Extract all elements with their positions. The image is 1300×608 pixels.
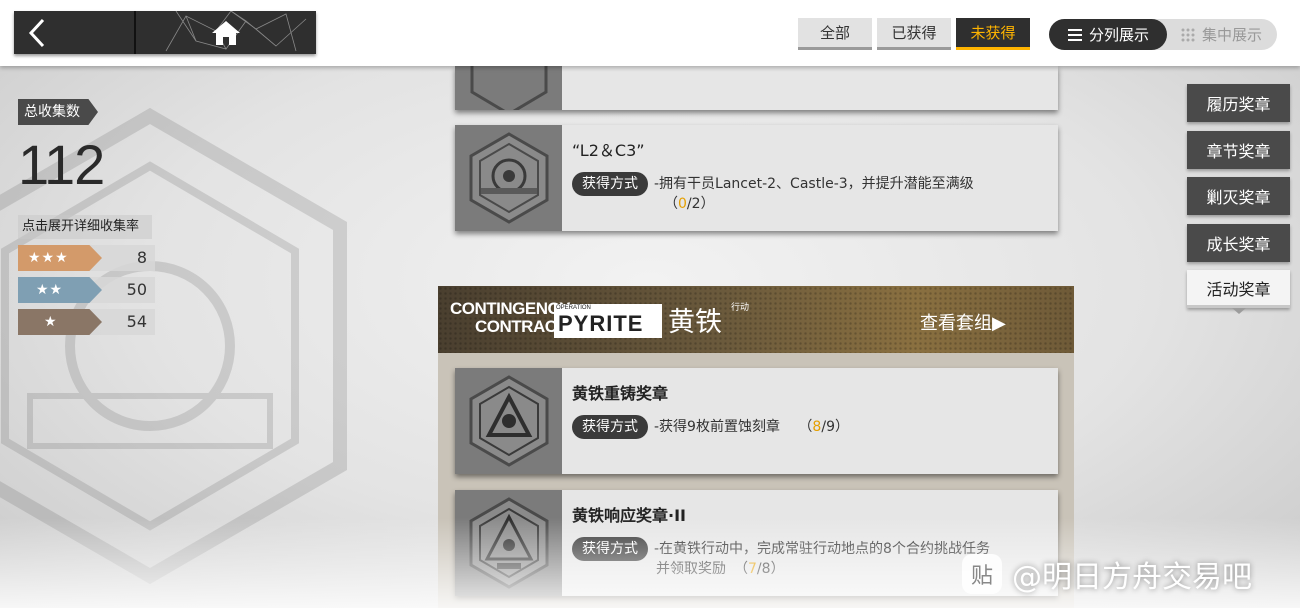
progress-total: 9 [826, 419, 835, 435]
operation-cn-suffix: 行动 [731, 303, 750, 313]
tab-growth-medals[interactable]: 成长奖章 [1187, 223, 1290, 262]
medal-title: 黄铁响应奖章·II [572, 506, 686, 525]
rarity-3-row: ★★★ 8 [18, 245, 155, 271]
requirement-row: 获得方式 -获得9枚前置蚀刻章 （8/9） [572, 415, 1058, 439]
medal-body: 黄铁重铸奖章 获得方式 -获得9枚前置蚀刻章 （8/9） [562, 368, 1058, 474]
requirement-line: -获得9枚前置蚀刻章 [654, 419, 780, 435]
collected-view-button[interactable]: 集中展示 [1167, 19, 1275, 50]
logo-line-2: CONTRACT [475, 317, 567, 336]
requirement-text: -获得9枚前置蚀刻章 （8/9） [654, 415, 849, 437]
medal-card[interactable]: “L2＆C3” 获得方式 -拥有干员Lancet-2、Castle-3，并提升潜… [455, 125, 1058, 231]
rarity-count: 54 [126, 312, 147, 331]
home-button[interactable] [136, 11, 316, 54]
medal-category-tabs: 履历奖章 章节奖章 剿灭奖章 成长奖章 活动奖章 [1187, 84, 1290, 317]
operation-group-header: CONTINGENCY CONTRACT OPERATION PYRITE 黄铁… [438, 286, 1074, 353]
logo-line-1: CONTINGENCY [450, 299, 571, 318]
requirement-text: -在黄铁行动中，完成常驻行动地点的8个合约挑战任务 并领取奖励 （7/8） [654, 537, 990, 579]
total-label: 总收集数 [18, 99, 98, 125]
rarity-count: 8 [136, 248, 147, 267]
view-mode-toggle: 分列展示 集中展示 [1049, 19, 1277, 50]
progress: （8/9） [798, 419, 849, 435]
tab-career-medals[interactable]: 履历奖章 [1187, 84, 1290, 122]
progress: （7/8） [734, 561, 785, 577]
pyrite-recast-medal-icon [469, 375, 548, 467]
split-view-label: 分列展示 [1088, 26, 1149, 44]
progress-total: 2 [691, 196, 701, 212]
star-3-icon: ★★★ [18, 245, 102, 271]
requirement-badge: 获得方式 [572, 172, 648, 196]
expand-detail-link[interactable]: 点击展开详细收集率 [18, 215, 152, 239]
medal-body: “L2＆C3” 获得方式 -拥有干员Lancet-2、Castle-3，并提升潜… [562, 125, 1058, 231]
requirement-line-2: 并领取奖励 [656, 561, 726, 577]
progress-current: 0 [678, 196, 687, 212]
filter-all-tab[interactable]: 全部 [798, 18, 872, 50]
medal-title: “L2＆C3” [572, 141, 645, 160]
requirement-row: 获得方式 -拥有干员Lancet-2、Castle-3，并提升潜能至满级 （0/… [572, 172, 1058, 214]
back-button[interactable] [14, 11, 136, 54]
watermark-text: @明日方舟交易吧 [1012, 560, 1252, 595]
rarity-1-row: ★ 54 [18, 309, 155, 335]
grid-dots-icon [1181, 28, 1195, 41]
tab-annihilation-medals[interactable]: 剿灭奖章 [1187, 177, 1290, 215]
tab-event-medals[interactable]: 活动奖章 [1187, 270, 1290, 308]
requirement-badge: 获得方式 [572, 537, 648, 561]
medal-emblem-icon [470, 66, 547, 110]
tieba-logo-icon: 贴 [962, 554, 1002, 594]
star-1-icon: ★ [18, 309, 102, 335]
star-2-icon: ★★ [18, 277, 102, 303]
requirement-line: 并领取奖励 （7/8） [654, 559, 990, 579]
top-bar: 全部 已获得 未获得 分列展示 集中展示 [0, 0, 1300, 66]
tab-chapter-medals[interactable]: 章节奖章 [1187, 130, 1290, 169]
medal-thumb [455, 125, 562, 231]
requirement-line: -在黄铁行动中，完成常驻行动地点的8个合约挑战任务 [654, 541, 990, 557]
filter-tabs: 全部 已获得 未获得 [798, 18, 1030, 50]
medal-body [562, 66, 1058, 110]
progress-total: 8 [761, 561, 771, 577]
progress-current: 7 [748, 561, 757, 577]
medal-thumb [455, 368, 562, 474]
medal-card-partial[interactable] [455, 66, 1058, 110]
collection-stats: 总收集数 112 点击展开详细收集率 ★★★ 8 ★★ 50 ★ 54 [18, 99, 155, 335]
chevron-left-icon [28, 18, 45, 47]
list-icon [1067, 28, 1082, 41]
split-view-button[interactable]: 分列展示 [1049, 19, 1167, 50]
rarity-2-row: ★★ 50 [18, 277, 155, 303]
mechanical-modification-medal-icon [469, 132, 548, 224]
filter-obtained-tab[interactable]: 已获得 [877, 18, 951, 50]
operation-cn-name: 黄铁 [668, 307, 722, 338]
contingency-contract-logo: CONTINGENCY CONTRACT [450, 299, 571, 336]
collected-view-label: 集中展示 [1201, 26, 1262, 44]
pyrite-response-medal-icon [469, 497, 548, 589]
medal-title: 黄铁重铸奖章 [572, 384, 669, 403]
requirement-line: -拥有干员Lancet-2、Castle-3，并提升潜能至满级 [654, 176, 974, 192]
filter-unobtained-tab[interactable]: 未获得 [956, 18, 1030, 50]
home-icon [212, 20, 240, 45]
rarity-count: 50 [126, 280, 147, 299]
view-set-button[interactable]: 查看套组▶ [920, 309, 1006, 335]
medal-thumb [455, 66, 562, 110]
progress: （0/2） [664, 196, 715, 212]
requirement-text: -拥有干员Lancet-2、Castle-3，并提升潜能至满级 （0/2） [654, 172, 974, 214]
watermark: 贴 @明日方舟交易吧 [962, 552, 1252, 596]
medal-card[interactable]: 黄铁重铸奖章 获得方式 -获得9枚前置蚀刻章 （8/9） [455, 368, 1058, 474]
active-tab-caret-icon [1232, 308, 1246, 314]
requirement-badge: 获得方式 [572, 415, 648, 439]
progress-current: 8 [812, 419, 822, 435]
total-count: 112 [18, 133, 105, 196]
operation-name: PYRITE [558, 311, 644, 336]
medal-thumb [455, 490, 562, 596]
nav-box [14, 11, 316, 54]
pyrite-logo: OPERATION PYRITE [554, 304, 662, 338]
